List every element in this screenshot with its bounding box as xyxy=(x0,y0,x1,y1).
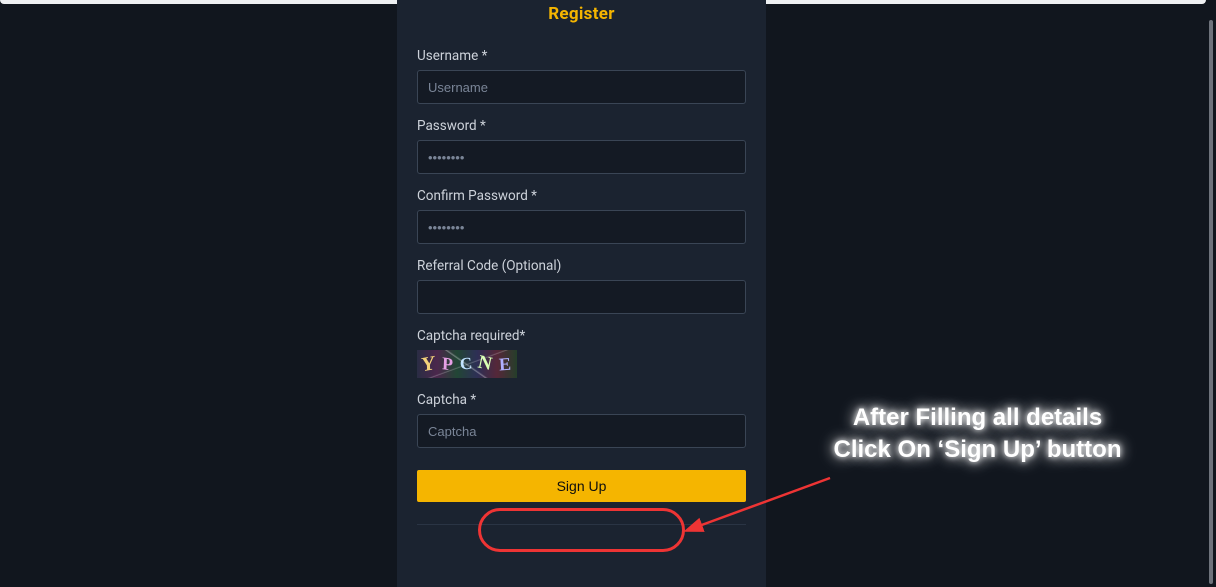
confirm-password-group: Confirm Password * xyxy=(417,188,746,244)
captcha-input-group: Captcha * xyxy=(417,392,746,448)
password-input[interactable] xyxy=(417,140,746,174)
captcha-label: Captcha * xyxy=(417,392,746,408)
captcha-required-label: Captcha required* xyxy=(417,328,746,344)
register-title: Register xyxy=(417,0,746,34)
scrollbar[interactable] xyxy=(1209,20,1213,584)
confirm-password-input[interactable] xyxy=(417,210,746,244)
annotation-text: After Filling all details Click On ‘Sign… xyxy=(780,402,1175,467)
password-label: Password * xyxy=(417,118,746,134)
username-label: Username * xyxy=(417,48,746,64)
username-input[interactable] xyxy=(417,70,746,104)
referral-input[interactable] xyxy=(417,280,746,314)
annotation-line-2: Click On ‘Sign Up’ button xyxy=(834,436,1122,463)
captcha-glyphs: YPCNE xyxy=(417,350,517,378)
password-group: Password * xyxy=(417,118,746,174)
referral-group: Referral Code (Optional) xyxy=(417,258,746,314)
form-divider xyxy=(417,524,746,525)
signup-button[interactable]: Sign Up xyxy=(417,470,746,502)
annotation-line-1: After Filling all details xyxy=(853,404,1102,431)
username-group: Username * xyxy=(417,48,746,104)
referral-label: Referral Code (Optional) xyxy=(417,258,746,274)
captcha-input[interactable] xyxy=(417,414,746,448)
confirm-password-label: Confirm Password * xyxy=(417,188,746,204)
captcha-display-group: Captcha required* YPCNE xyxy=(417,328,746,378)
captcha-image: YPCNE xyxy=(417,350,517,378)
register-panel: Register Username * Password * Confirm P… xyxy=(397,0,766,587)
